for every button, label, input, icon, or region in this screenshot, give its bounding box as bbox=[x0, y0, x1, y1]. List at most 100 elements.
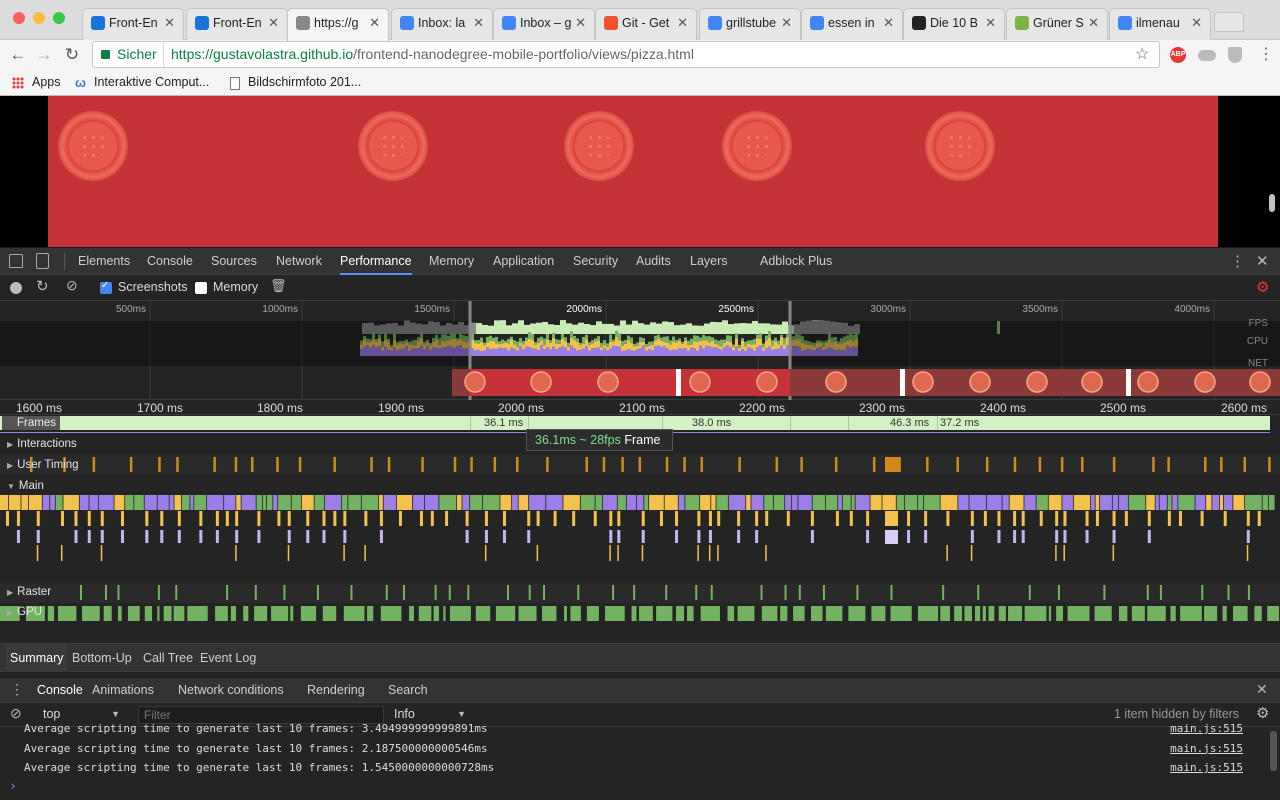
trash-icon[interactable]: 🗑 bbox=[270, 278, 287, 294]
browser-tab[interactable]: Front-En ✕ bbox=[82, 8, 184, 40]
drawer-tab[interactable]: Search bbox=[388, 678, 428, 703]
secure-label: Sicher bbox=[117, 46, 157, 62]
forward-icon[interactable]: → bbox=[32, 43, 56, 67]
devtools-tab[interactable]: Layers bbox=[690, 248, 728, 275]
drawer-tab[interactable]: Animations bbox=[92, 678, 154, 703]
shield-icon[interactable] bbox=[1228, 47, 1242, 63]
bookmark-apps[interactable]: Apps bbox=[32, 75, 61, 89]
browser-tab[interactable]: Die 10 B ✕ bbox=[903, 8, 1005, 40]
cpu-rendering bbox=[771, 349, 774, 356]
google-icon bbox=[810, 16, 824, 30]
bookmark-item[interactable]: Bildschirmfoto 201... bbox=[248, 75, 361, 89]
browser-tab[interactable]: essen in ✕ bbox=[801, 8, 903, 40]
clear-console-icon[interactable]: ⊘ bbox=[10, 705, 22, 722]
devtools-tab[interactable]: Elements bbox=[78, 248, 130, 275]
close-window-icon[interactable] bbox=[13, 12, 25, 24]
flame-chart[interactable]: ▶ Interactions ▶ User Timing ▼ Main ▶ Raster… bbox=[0, 433, 1280, 643]
browser-tab[interactable]: Front-En ✕ bbox=[186, 8, 288, 40]
devtools-tab[interactable]: Adblock Plus bbox=[760, 248, 832, 275]
frame-duration[interactable]: 36.1 ms bbox=[484, 416, 523, 430]
console-source-link[interactable]: main.js:515 bbox=[1170, 722, 1243, 735]
track-interactions[interactable]: ▶ Interactions bbox=[7, 438, 77, 450]
record-icon[interactable] bbox=[10, 282, 22, 294]
drawer-tab[interactable]: Console bbox=[37, 678, 83, 703]
gpu-events bbox=[0, 606, 1280, 621]
cpu-painting bbox=[720, 339, 723, 347]
close-tab-icon[interactable]: ✕ bbox=[575, 9, 586, 37]
cpu-painting bbox=[678, 338, 681, 341]
cpu-scripting bbox=[480, 342, 483, 351]
reload-profile-icon[interactable]: ↻ bbox=[36, 277, 49, 295]
details-tab[interactable]: Call Tree bbox=[143, 644, 193, 672]
close-tab-icon[interactable]: ✕ bbox=[781, 9, 792, 37]
console-scrollbar[interactable] bbox=[1270, 731, 1277, 771]
close-devtools-icon[interactable]: ✕ bbox=[1256, 252, 1269, 270]
close-tab-icon[interactable]: ✕ bbox=[1191, 9, 1202, 37]
reload-icon[interactable]: ↻ bbox=[60, 43, 84, 67]
close-tab-icon[interactable]: ✕ bbox=[369, 9, 380, 37]
script-call bbox=[970, 511, 974, 526]
frame-duration[interactable]: 46.3 ms bbox=[890, 416, 929, 430]
console-settings-icon[interactable]: ⚙ bbox=[1256, 704, 1269, 722]
close-tab-icon[interactable]: ✕ bbox=[1088, 9, 1099, 37]
console-source-link[interactable]: main.js:515 bbox=[1170, 742, 1243, 755]
new-tab-button[interactable] bbox=[1214, 12, 1244, 32]
adblock-icon[interactable]: ABP bbox=[1170, 47, 1186, 63]
track-user-timing[interactable]: ▶ User Timing bbox=[7, 459, 79, 471]
frame-duration[interactable]: 37.2 ms bbox=[940, 416, 979, 430]
back-icon[interactable]: ← bbox=[6, 43, 30, 67]
cpu-scripting bbox=[633, 346, 636, 351]
details-tab[interactable]: Bottom-Up bbox=[72, 644, 132, 672]
devtools-tab[interactable]: Console bbox=[147, 248, 193, 275]
track-gpu[interactable]: ▶ GPU bbox=[7, 606, 42, 618]
cpu-painting bbox=[483, 342, 486, 346]
track-main[interactable]: ▼ Main bbox=[7, 480, 44, 492]
browser-tab[interactable]: Grüner S ✕ bbox=[1006, 8, 1108, 40]
minimize-window-icon[interactable] bbox=[33, 12, 45, 24]
devtools-tab[interactable]: Memory bbox=[429, 248, 474, 275]
devtools-tab[interactable]: Security bbox=[573, 248, 618, 275]
browser-tab[interactable]: Inbox: la ✕ bbox=[391, 8, 493, 40]
browser-tab[interactable]: https://g ✕ bbox=[287, 8, 389, 41]
close-tab-icon[interactable]: ✕ bbox=[268, 9, 279, 37]
star-icon[interactable]: ☆ bbox=[1135, 42, 1149, 67]
timeline-overview[interactable]: 500ms 1000ms 1500ms 2000ms 2500ms 3000ms 3500m… bbox=[0, 301, 1280, 400]
zoom-window-icon[interactable] bbox=[53, 12, 65, 24]
details-tab[interactable]: Summary bbox=[6, 644, 68, 672]
close-tab-icon[interactable]: ✕ bbox=[985, 9, 996, 37]
devtools-tab[interactable]: Audits bbox=[636, 248, 671, 275]
inspect-icon[interactable] bbox=[9, 254, 23, 268]
browser-tab[interactable]: Inbox – g ✕ bbox=[493, 8, 595, 40]
browser-tab[interactable]: grillstube ✕ bbox=[699, 8, 801, 40]
cloud-icon[interactable] bbox=[1198, 50, 1216, 61]
page-scrollbar[interactable] bbox=[1269, 194, 1275, 212]
memory-checkbox[interactable] bbox=[195, 282, 207, 294]
devtools-tab[interactable]: Application bbox=[493, 248, 554, 275]
cpu-scripting bbox=[717, 345, 720, 349]
devtools-tab[interactable]: Performance bbox=[340, 248, 412, 275]
drawer-menu-icon[interactable]: ⋮ bbox=[10, 681, 24, 698]
frame-duration[interactable]: 38.0 ms bbox=[692, 416, 731, 430]
close-drawer-icon[interactable]: ✕ bbox=[1256, 681, 1268, 698]
menu-icon[interactable]: ⋮ bbox=[1258, 44, 1274, 64]
device-toolbar-icon[interactable] bbox=[36, 253, 49, 269]
gear-icon[interactable]: ⚙ bbox=[1256, 278, 1269, 296]
browser-tab[interactable]: ilmenau ✕ bbox=[1109, 8, 1211, 40]
drawer-tab[interactable]: Network conditions bbox=[178, 678, 284, 703]
close-tab-icon[interactable]: ✕ bbox=[883, 9, 894, 37]
close-tab-icon[interactable]: ✕ bbox=[473, 9, 484, 37]
details-tab[interactable]: Event Log bbox=[200, 644, 256, 672]
drawer-tab[interactable]: Rendering bbox=[307, 678, 365, 703]
address-bar[interactable]: Sicher https://gustavolastra.github.io/f… bbox=[92, 41, 1160, 68]
devtools-menu-icon[interactable]: ⋮ bbox=[1230, 252, 1245, 270]
devtools-tab[interactable]: Sources bbox=[211, 248, 257, 275]
bookmark-item[interactable]: Interaktive Comput... bbox=[94, 75, 209, 89]
console-source-link[interactable]: main.js:515 bbox=[1170, 761, 1243, 774]
clear-icon[interactable]: ⊘ bbox=[66, 277, 78, 294]
devtools-tab[interactable]: Network bbox=[276, 248, 322, 275]
track-raster[interactable]: ▶ Raster bbox=[7, 586, 51, 598]
close-tab-icon[interactable]: ✕ bbox=[677, 9, 688, 37]
browser-tab[interactable]: Git - Get ✕ bbox=[595, 8, 697, 40]
console-prompt[interactable]: › bbox=[9, 779, 17, 794]
close-tab-icon[interactable]: ✕ bbox=[164, 9, 175, 37]
